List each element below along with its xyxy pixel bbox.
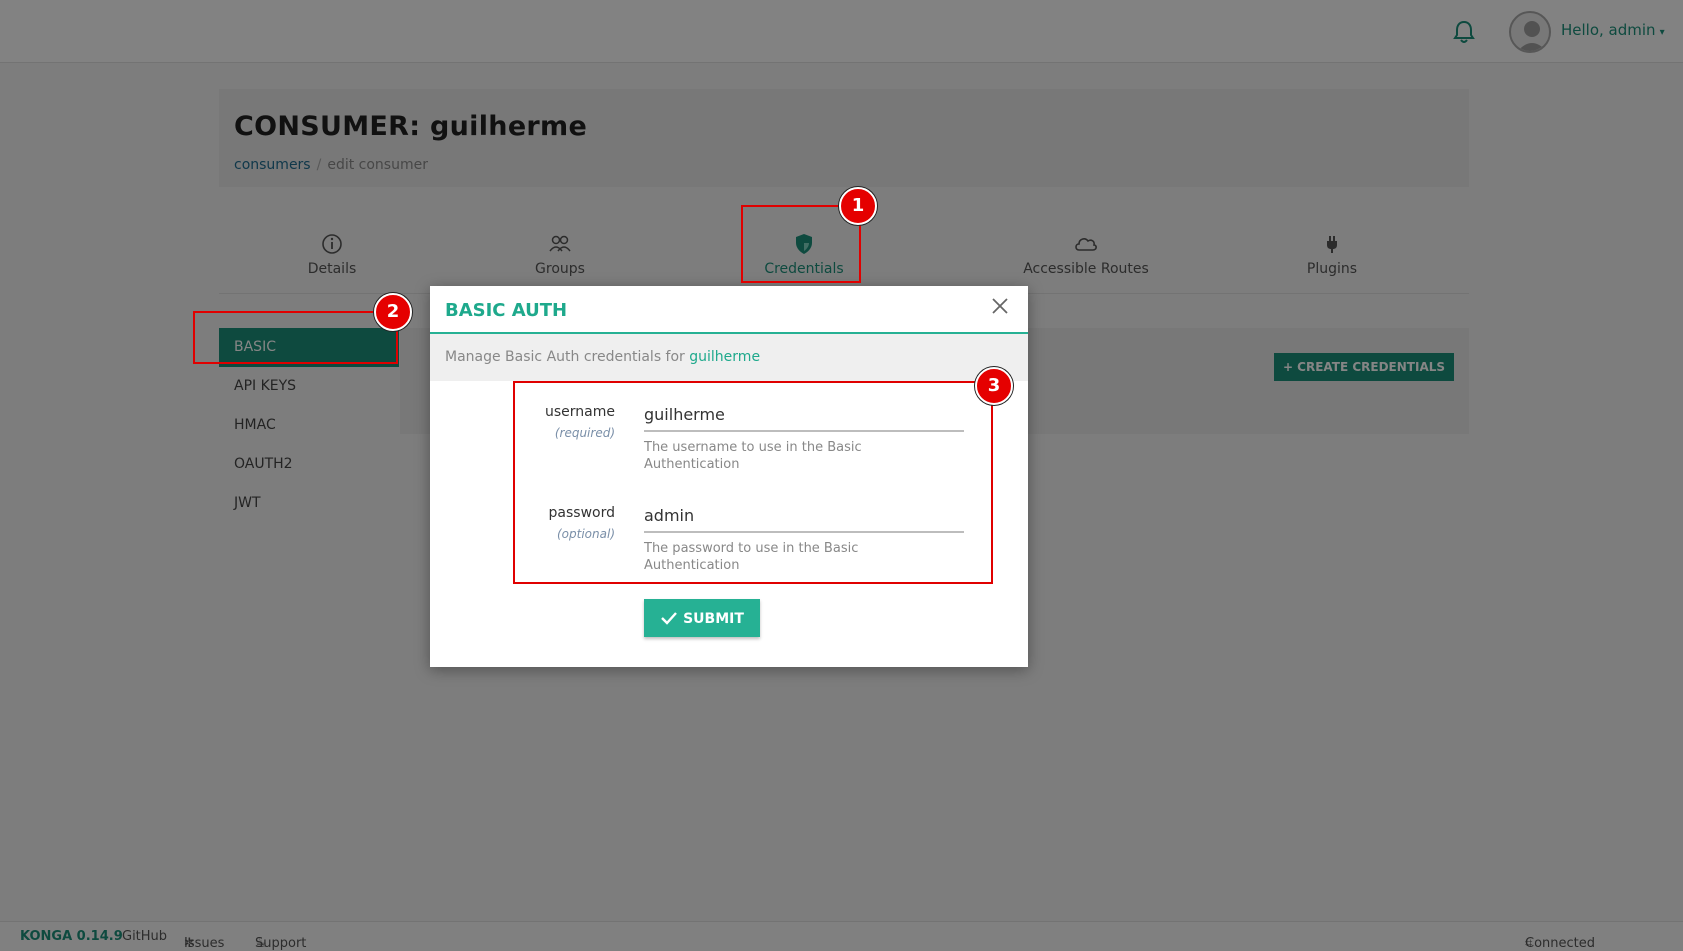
modal-header: BASIC AUTH <box>430 286 1028 334</box>
annotation-badge-1: 1 <box>839 187 877 225</box>
submit-label: SUBMIT <box>683 610 744 627</box>
close-icon[interactable] <box>990 296 1010 316</box>
annotation-box-3 <box>513 381 993 584</box>
annotation-badge-3: 3 <box>975 367 1013 405</box>
modal-title: BASIC AUTH <box>445 300 568 321</box>
modal-subtitle: Manage Basic Auth credentials for guilhe… <box>430 334 1028 381</box>
modal-subtitle-text: Manage Basic Auth credentials for <box>445 349 685 365</box>
submit-button[interactable]: SUBMIT <box>644 599 760 637</box>
annotation-badge-2: 2 <box>374 293 412 331</box>
check-icon <box>661 611 677 625</box>
consumer-name-link[interactable]: guilherme <box>689 349 760 365</box>
annotation-box-2 <box>193 311 398 364</box>
